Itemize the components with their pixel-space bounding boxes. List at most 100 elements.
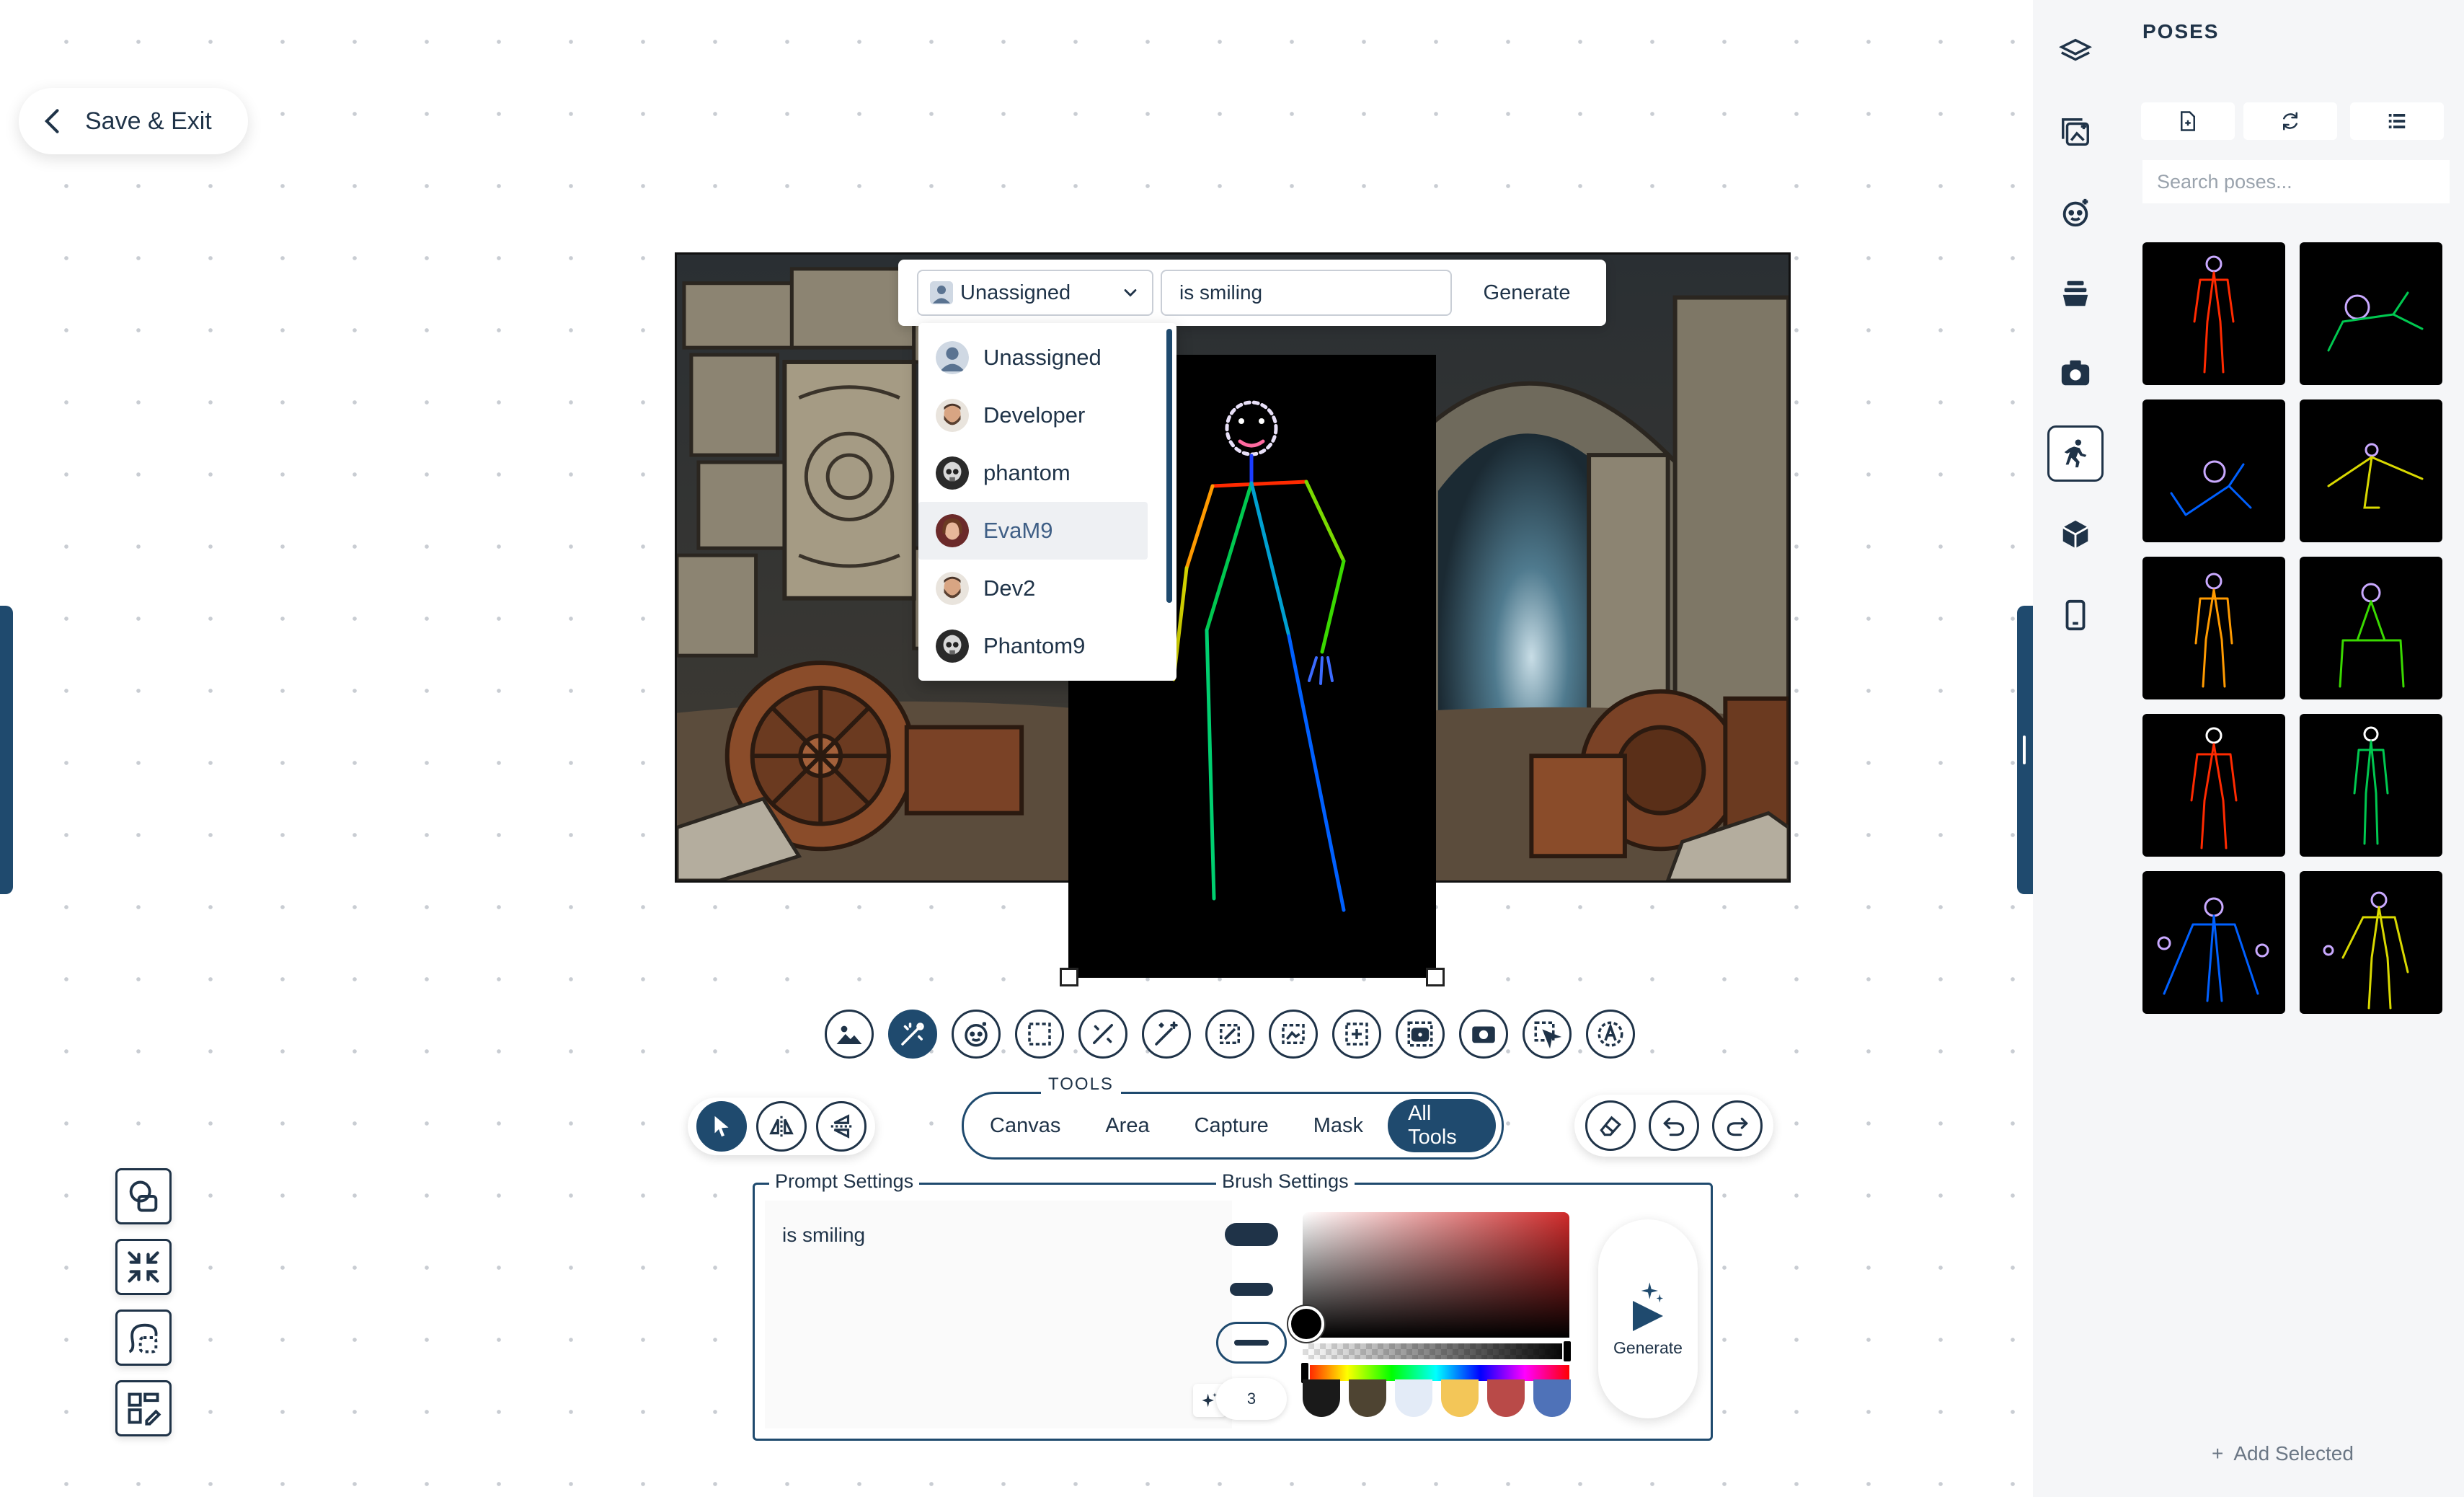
- pose-thumbnails: [2142, 242, 2442, 1014]
- assignee-option-label: Phantom9: [983, 633, 1086, 658]
- rail-pose-button[interactable]: [2047, 425, 2104, 482]
- rail-3d-button[interactable]: [2047, 506, 2104, 562]
- assignee-option-label: Dev2: [983, 575, 1036, 601]
- resize-handle-bottom-left[interactable]: [1060, 968, 1078, 986]
- flip-horizontal-button[interactable]: [755, 1101, 807, 1152]
- pose-thumbnail[interactable]: [2142, 399, 2285, 542]
- alpha-slider[interactable]: [1303, 1340, 1572, 1363]
- redo-button[interactable]: [1712, 1100, 1763, 1151]
- pose-skeleton-preview: [2327, 291, 2424, 352]
- area-select-tool-button[interactable]: [1015, 1010, 1064, 1059]
- inpaint-tool-button[interactable]: [1078, 1010, 1127, 1059]
- rail-gallery-button[interactable]: [2047, 104, 2104, 160]
- camera-frame-tool-button[interactable]: [1396, 1010, 1445, 1059]
- landscape-tool-button[interactable]: [1269, 1010, 1318, 1059]
- poses-tab-new[interactable]: [2141, 102, 2235, 140]
- poses-tab-refresh[interactable]: [2243, 102, 2337, 140]
- add-selected-button[interactable]: + Add Selected: [2212, 1442, 2354, 1465]
- generate-button[interactable]: Generate: [1598, 1219, 1698, 1418]
- layout-edit-button[interactable]: [115, 1380, 172, 1436]
- prompt-textarea[interactable]: is smiling: [765, 1201, 1232, 1428]
- crop-tool-button[interactable]: [1205, 1010, 1254, 1059]
- rail-face-button[interactable]: [2047, 185, 2104, 241]
- expand-tool-button[interactable]: [1332, 1010, 1381, 1059]
- rail-layers-button[interactable]: [2047, 23, 2104, 79]
- assignee-option[interactable]: Dev2: [918, 560, 1148, 617]
- brush-size-small[interactable]: [1216, 1322, 1287, 1364]
- tools-tab-area[interactable]: Area: [1085, 1099, 1169, 1152]
- left-panel-toggle[interactable]: [0, 606, 13, 894]
- color-saturation-picker[interactable]: [1303, 1212, 1569, 1338]
- assignee-option-label: Developer: [983, 402, 1086, 428]
- shapes-button[interactable]: [115, 1168, 172, 1224]
- tools-label: TOOLS: [1041, 1074, 1121, 1095]
- capture-tool-button[interactable]: [1459, 1010, 1508, 1059]
- hue-slider[interactable]: [1300, 1361, 1569, 1385]
- brush-size-medium[interactable]: [1216, 1268, 1287, 1310]
- pose-thumbnail[interactable]: [2142, 714, 2285, 857]
- list-icon: [2388, 114, 2406, 128]
- text-style-tool-button[interactable]: [1586, 1010, 1635, 1059]
- shrink-button[interactable]: [115, 1239, 172, 1295]
- face-add-icon: [2062, 198, 2088, 227]
- dropdown-scrollbar[interactable]: [1166, 329, 1172, 603]
- tools-tab-all-tools[interactable]: All Tools: [1388, 1099, 1496, 1152]
- color-swatch[interactable]: [1441, 1379, 1479, 1417]
- pose-brush-tool-button[interactable]: [888, 1010, 937, 1059]
- phone-icon: [2065, 599, 2086, 631]
- assignee-value: Unassigned: [960, 281, 1071, 304]
- pose-thumbnail[interactable]: [2300, 871, 2442, 1014]
- assignee-option[interactable]: Unassigned: [918, 329, 1148, 387]
- tools-tab-canvas[interactable]: Canvas: [970, 1099, 1081, 1152]
- cursor-select-tool-button[interactable]: [1523, 1010, 1572, 1059]
- lasso-button[interactable]: [115, 1310, 172, 1366]
- pose-thumbnail[interactable]: [2142, 871, 2285, 1014]
- image-tool-button[interactable]: [825, 1010, 874, 1059]
- color-swatch[interactable]: [1395, 1379, 1432, 1417]
- poses-tab-list[interactable]: [2350, 102, 2444, 140]
- assignee-option[interactable]: EvaM9: [918, 502, 1148, 560]
- undo-button[interactable]: [1649, 1100, 1699, 1151]
- assignee-option[interactable]: Phantom9: [918, 617, 1148, 675]
- color-swatch[interactable]: [1303, 1379, 1340, 1417]
- resize-handle-bottom-right[interactable]: [1426, 968, 1445, 986]
- pose-search-input[interactable]: [2142, 160, 2450, 203]
- assignee-option[interactable]: Developer: [918, 387, 1148, 444]
- tools-tab-capture[interactable]: Capture: [1174, 1099, 1289, 1152]
- rail-camera-button[interactable]: [2047, 345, 2104, 401]
- quick-generate-button[interactable]: Generate: [1462, 270, 1592, 316]
- pose-thumbnail[interactable]: [2300, 399, 2442, 542]
- eraser-button[interactable]: [1585, 1100, 1636, 1151]
- rail-mobile-button[interactable]: [2047, 587, 2104, 643]
- rail-stack-button[interactable]: [2047, 265, 2104, 322]
- color-swatch[interactable]: [1349, 1379, 1386, 1417]
- color-picker-knob[interactable]: [1288, 1306, 1324, 1342]
- inpaint-brush-icon: [1093, 1024, 1113, 1044]
- magic-wand-tool-button[interactable]: [1142, 1010, 1191, 1059]
- chevron-left-icon: [44, 109, 59, 133]
- pose-thumbnail[interactable]: [2142, 242, 2285, 385]
- color-swatch[interactable]: [1533, 1379, 1571, 1417]
- color-swatch[interactable]: [1487, 1379, 1525, 1417]
- select-tool-button[interactable]: [696, 1101, 748, 1152]
- refresh-icon: [2283, 112, 2297, 131]
- pose-thumbnail[interactable]: [2300, 557, 2442, 699]
- quick-prompt-input[interactable]: [1161, 270, 1452, 316]
- brush-size-large[interactable]: [1216, 1214, 1287, 1255]
- brush-size-value[interactable]: 3: [1216, 1378, 1287, 1420]
- pose-thumbnail[interactable]: [2300, 242, 2442, 385]
- tools-tab-mask[interactable]: Mask: [1293, 1099, 1383, 1152]
- magic-wand-icon: [1155, 1021, 1178, 1046]
- save-exit-button[interactable]: Save & Exit: [19, 88, 248, 154]
- text-style-icon: [1597, 1021, 1623, 1047]
- generate-sparkle-icon: [1633, 1281, 1663, 1331]
- assignee-option[interactable]: phantom: [918, 444, 1148, 502]
- pose-thumbnail[interactable]: [2142, 557, 2285, 699]
- eraser-icon: [1600, 1116, 1621, 1136]
- alpha-slider-knob[interactable]: [1562, 1340, 1572, 1363]
- pose-thumbnail[interactable]: [2300, 714, 2442, 857]
- assignee-select[interactable]: Unassigned: [917, 270, 1153, 316]
- flip-vertical-button[interactable]: [815, 1101, 867, 1152]
- right-panel-toggle[interactable]: [2017, 606, 2033, 894]
- face-tool-button[interactable]: [952, 1010, 1001, 1059]
